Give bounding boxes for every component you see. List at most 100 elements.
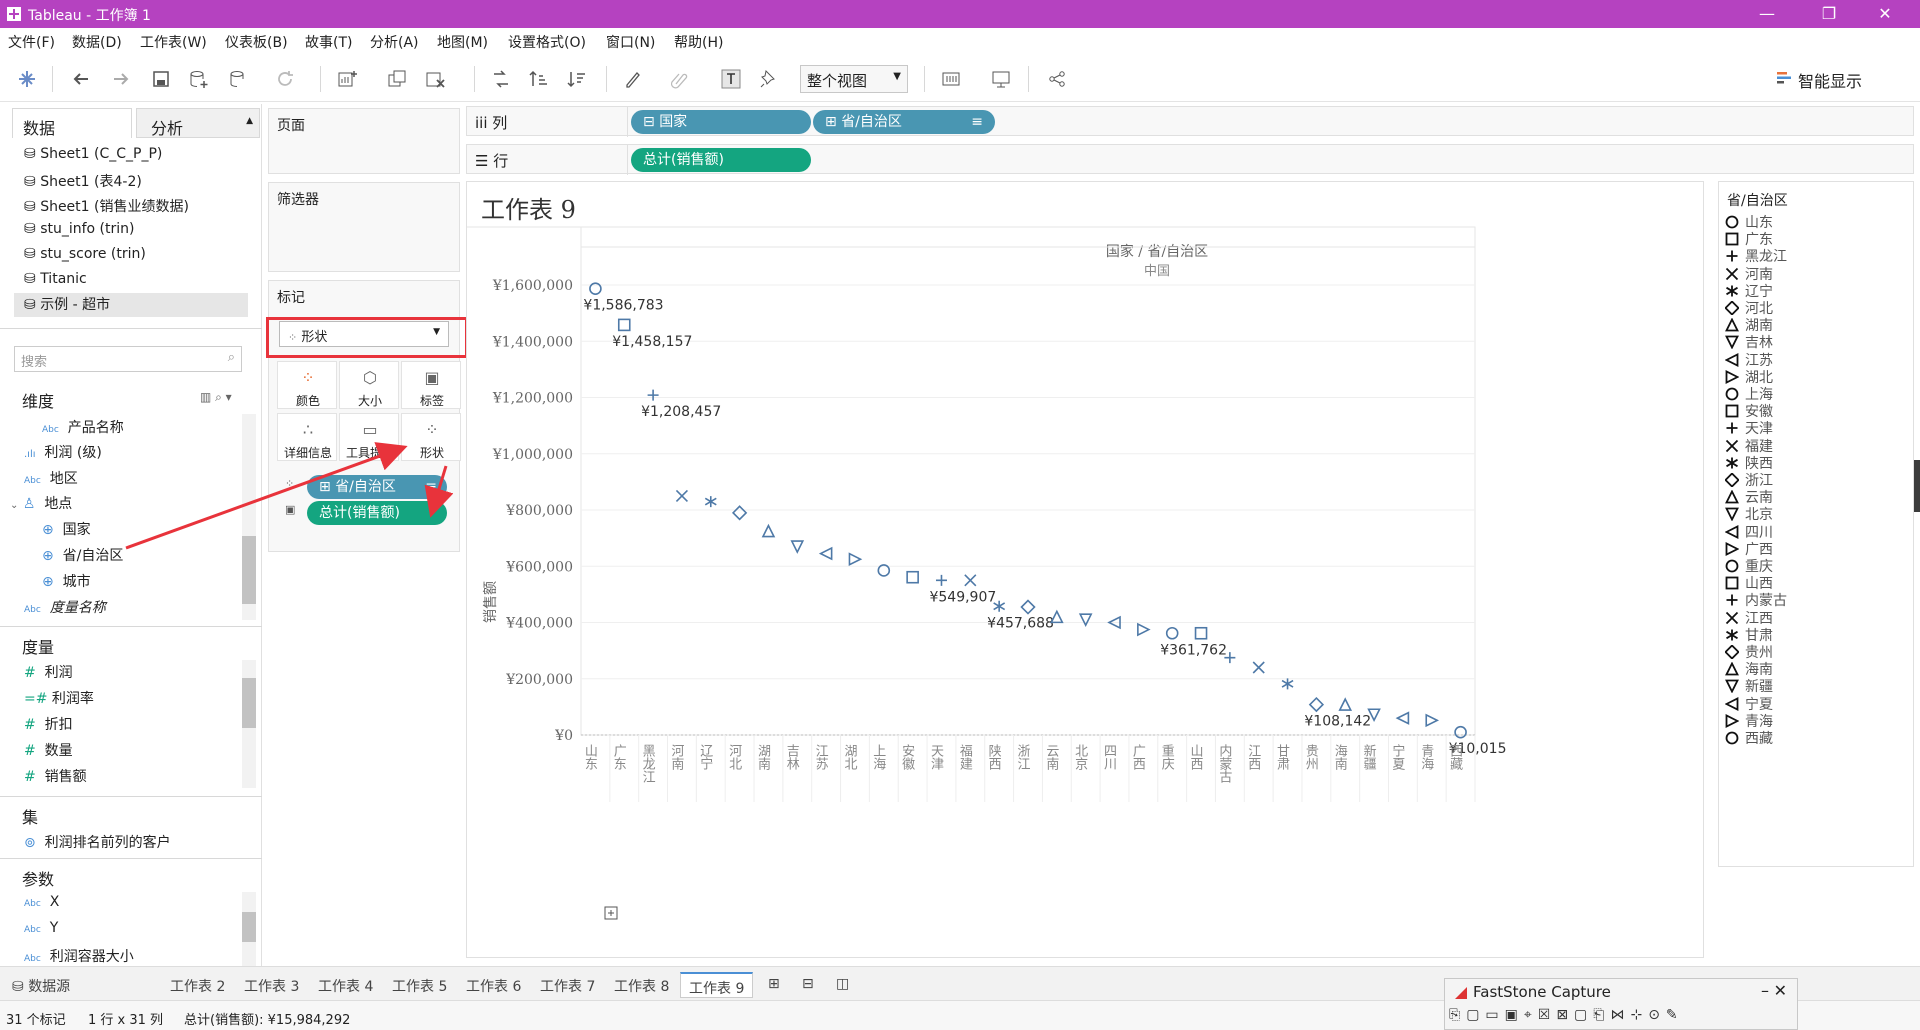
data-point[interactable] (1454, 725, 1467, 739)
minimize-icon[interactable]: – (1761, 981, 1769, 1000)
datasource-item[interactable]: ⛁ Sheet1 (表4-2) (24, 171, 142, 191)
show-cards-icon[interactable] (940, 68, 962, 90)
search-input[interactable]: 搜索 ⌕ (14, 346, 242, 372)
data-point[interactable] (675, 489, 689, 503)
pill-country[interactable]: ⊟ 国家 (631, 110, 811, 134)
tooltip-button[interactable]: ▭ 工具提示 (339, 413, 399, 461)
data-point[interactable] (906, 570, 919, 584)
swap-rows-columns-icon[interactable] (490, 68, 512, 90)
tableau-home-icon[interactable] (16, 68, 38, 90)
fix-axes-icon[interactable] (758, 68, 780, 90)
data-point[interactable] (1308, 696, 1325, 713)
tab-sheet-3[interactable]: 工作表 3 (236, 972, 307, 998)
duplicate-sheet-icon[interactable] (386, 68, 408, 90)
tab-data[interactable]: 数据 (12, 108, 132, 138)
datasource-item[interactable]: ⛁ Sheet1 (C_C_P_P) (24, 146, 162, 162)
save-icon[interactable] (150, 68, 172, 90)
clear-sheet-icon[interactable] (424, 68, 446, 90)
data-point[interactable] (1165, 626, 1179, 640)
sort-ascending-icon[interactable] (528, 68, 550, 90)
data-point[interactable] (1194, 626, 1208, 640)
field-province[interactable]: ⊕ 省/自治区 (42, 545, 123, 565)
view-size-select[interactable]: 整个视图 ▼ (800, 65, 908, 93)
presentation-mode-icon[interactable] (990, 68, 1012, 90)
rows-shelf[interactable]: ☰ 行 总计(销售额) (466, 144, 1914, 175)
detail-button[interactable]: ∴ 详细信息 (277, 413, 337, 461)
color-button[interactable]: ⁘ 颜色 (277, 361, 337, 409)
scrollbar-thumb[interactable] (242, 536, 256, 604)
field-sales[interactable]: # 销售额 (24, 766, 87, 786)
size-button[interactable]: ⬡ 大小 (339, 361, 399, 409)
new-sheet-icon[interactable] (336, 68, 358, 90)
datasource-item-selected[interactable]: ⛁ 示例 - 超市 (14, 293, 248, 317)
datasource-item[interactable]: ⛁ stu_score (trin) (24, 246, 146, 262)
highlight-icon[interactable] (622, 68, 644, 90)
data-point[interactable] (647, 389, 659, 401)
param-bin-size[interactable]: Abc 利润容器大小 (24, 946, 134, 966)
data-point[interactable] (1137, 622, 1151, 637)
scrollbar-thumb[interactable] (242, 912, 256, 942)
view-list-icon[interactable]: ▥ ⌕ ▾ (200, 390, 232, 405)
menu-file[interactable]: 文件(F) (8, 32, 55, 52)
field-product-name[interactable]: Abc 产品名称 (42, 417, 124, 437)
pill-sales-label[interactable]: 总计(销售额) (307, 501, 447, 525)
new-story-icon[interactable]: ◫ (828, 972, 857, 998)
field-discount[interactable]: # 折扣 (24, 714, 73, 734)
data-point[interactable] (1395, 711, 1410, 725)
data-point[interactable] (1252, 661, 1265, 674)
data-point[interactable] (1425, 713, 1440, 728)
tab-sheet-8[interactable]: 工作表 8 (606, 972, 677, 998)
menu-help[interactable]: 帮助(H) (674, 32, 723, 52)
pill-sum-sales[interactable]: 总计(销售额) (631, 148, 811, 172)
data-point[interactable] (964, 574, 977, 587)
sort-descending-icon[interactable] (566, 68, 588, 90)
set-top-customers[interactable]: ⊚ 利润排名前列的客户 (24, 832, 171, 852)
refresh-icon[interactable] (274, 68, 296, 90)
field-measure-names[interactable]: Abc 度量名称 (24, 597, 106, 617)
new-dashboard-icon[interactable]: ⊟ (794, 972, 822, 998)
tab-sheet-4[interactable]: 工作表 4 (310, 972, 381, 998)
data-point[interactable] (617, 318, 631, 332)
tab-analysis[interactable]: 分析 ▲ (136, 108, 260, 138)
data-point[interactable] (761, 523, 776, 538)
redo-icon[interactable] (110, 68, 132, 90)
data-point[interactable] (704, 496, 717, 508)
field-location-hierarchy[interactable]: ⌄ ♙ 地点 (10, 493, 72, 513)
tab-sheet-9[interactable]: 工作表 9 (680, 972, 754, 998)
menu-story[interactable]: 故事(T) (305, 32, 352, 52)
share-icon[interactable] (1046, 68, 1068, 90)
tab-sheet-2[interactable]: 工作表 2 (162, 972, 233, 998)
close-icon[interactable]: ✕ (1862, 2, 1908, 26)
capture-tools[interactable]: ⎘▢▭▣⌖☒⊠▢⎗⋈⊹⊙✎ (1449, 1007, 1793, 1027)
label-button[interactable]: ▣ 标签 (401, 361, 461, 409)
data-point[interactable] (1281, 678, 1294, 690)
pause-updates-icon[interactable] (228, 68, 250, 90)
tab-datasource[interactable]: ⛁ 数据源 (4, 972, 78, 998)
tab-sheet-6[interactable]: 工作表 6 (458, 972, 529, 998)
tab-sheet-7[interactable]: 工作表 7 (532, 972, 603, 998)
datasource-item[interactable]: ⛁ Sheet1 (销售业绩数据) (24, 196, 189, 216)
menu-data[interactable]: 数据(D) (72, 32, 122, 52)
pages-card[interactable]: 页面 (268, 108, 460, 174)
field-profit-bin[interactable]: .ılı 利润 (级) (24, 442, 102, 462)
field-quantity[interactable]: # 数量 (24, 740, 73, 760)
menu-map[interactable]: 地图(M) (437, 32, 488, 52)
menu-window[interactable]: 窗口(N) (606, 32, 655, 52)
field-profit[interactable]: # 利润 (24, 662, 73, 682)
new-datasource-icon[interactable] (188, 68, 210, 90)
faststone-capture-window[interactable]: FastStone Capture – ✕ ⎘▢▭▣⌖☒⊠▢⎗⋈⊹⊙✎ (1444, 978, 1798, 1030)
menu-dashboard[interactable]: 仪表板(B) (225, 32, 288, 52)
field-region[interactable]: Abc 地区 (24, 468, 78, 488)
shape-button[interactable]: ⁘ 形状 (401, 413, 461, 461)
data-point[interactable] (1338, 697, 1353, 711)
data-point[interactable] (790, 540, 805, 554)
menu-format[interactable]: 设置格式(O) (508, 32, 586, 52)
field-country[interactable]: ⊕ 国家 (42, 519, 91, 539)
data-point[interactable] (1020, 599, 1036, 615)
undo-icon[interactable] (70, 68, 92, 90)
param-y[interactable]: Abc Y (24, 920, 58, 936)
field-profit-rate[interactable]: =# 利润率 (24, 688, 94, 708)
filters-card[interactable]: 筛选器 (268, 182, 460, 272)
close-icon[interactable]: ✕ (1774, 981, 1787, 1000)
menu-worksheet[interactable]: 工作表(W) (140, 32, 207, 52)
